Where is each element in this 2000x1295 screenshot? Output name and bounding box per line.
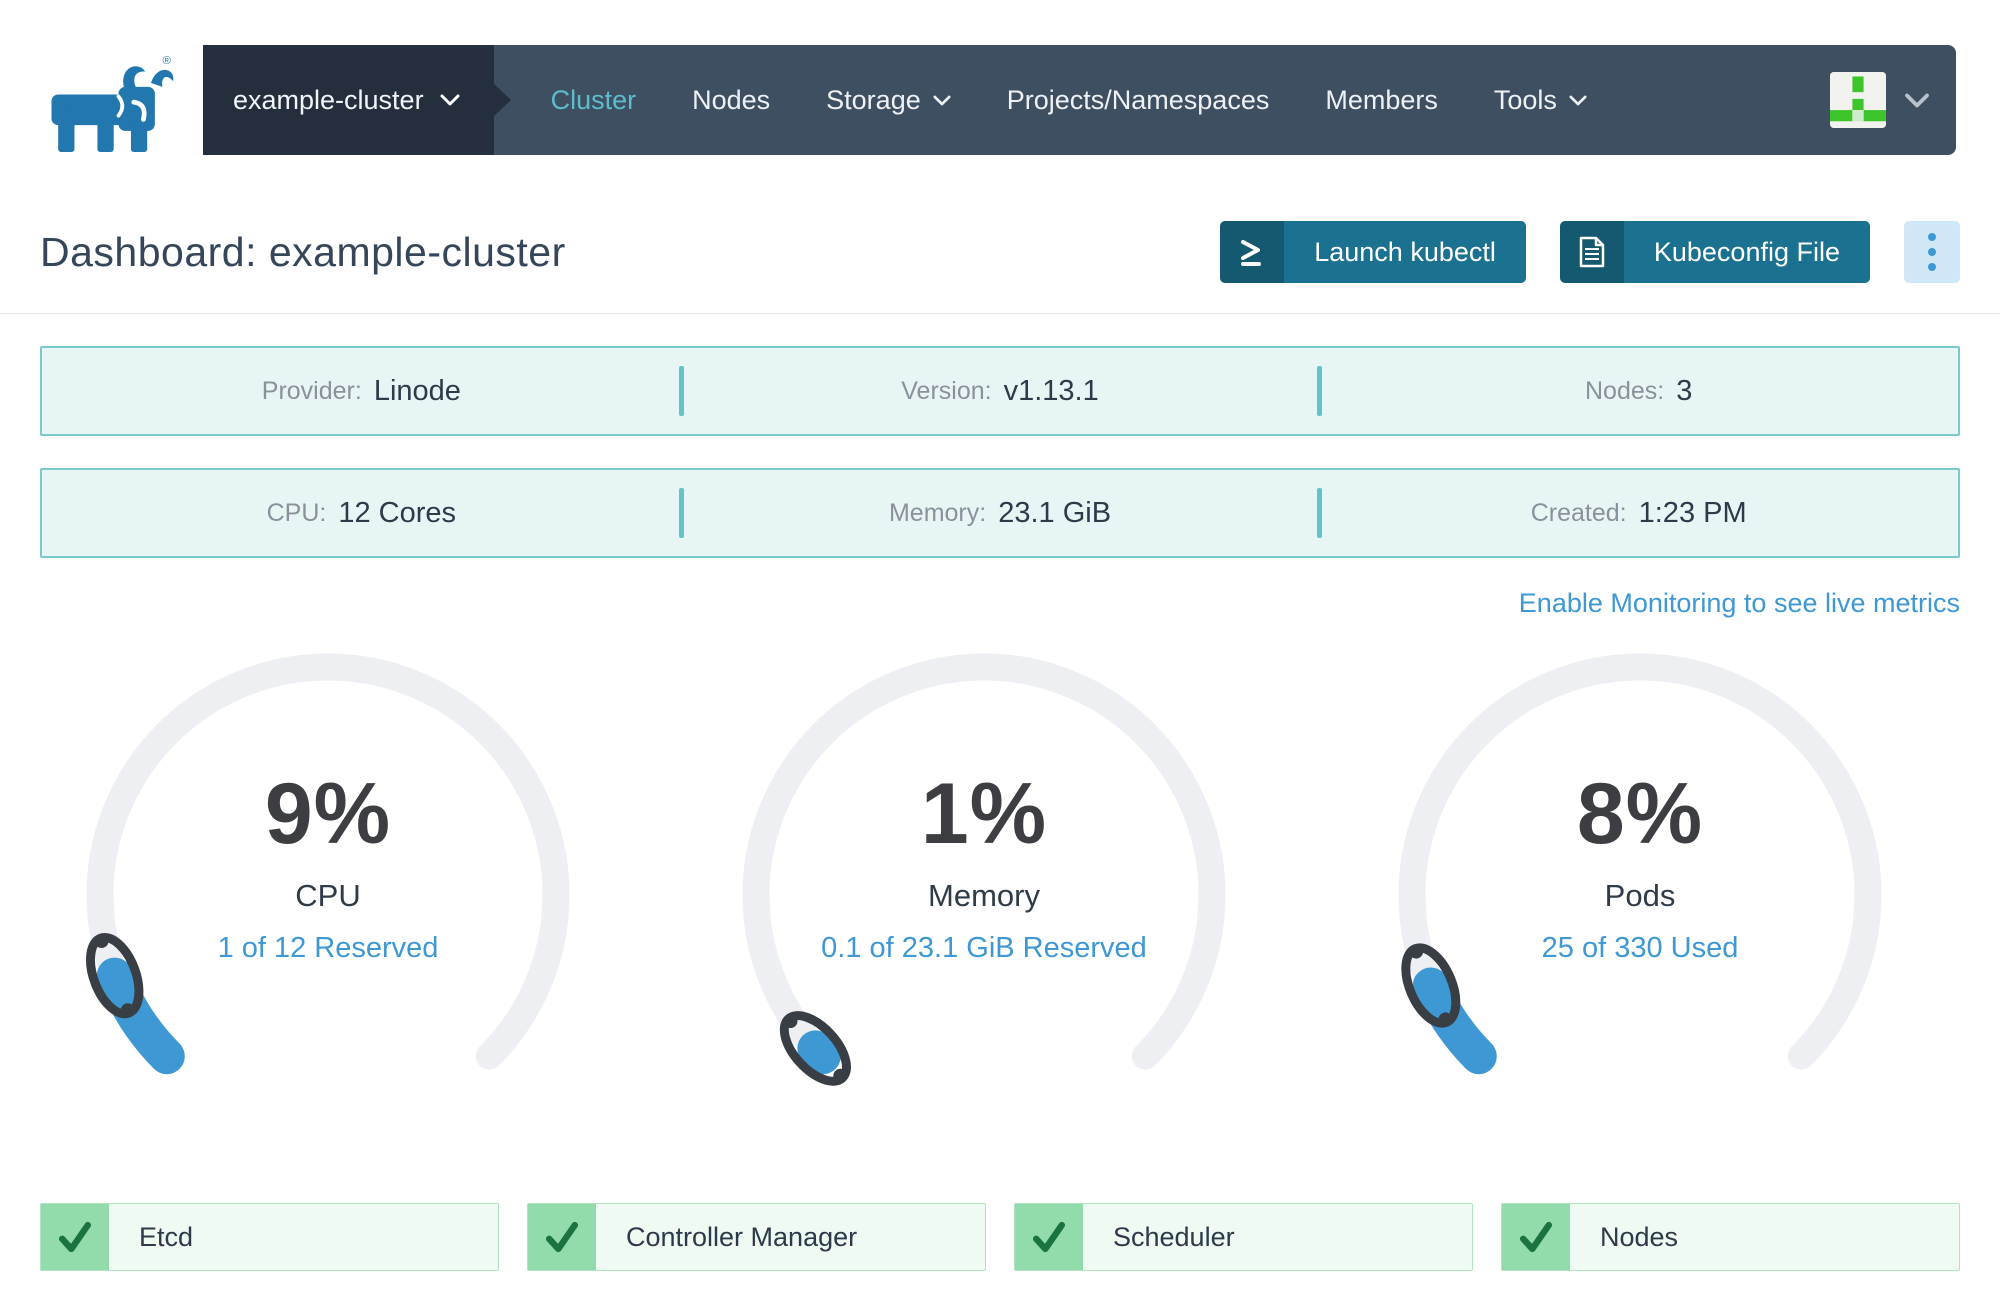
gauge-memory: 1% Memory 0.1 of 23.1 GiB Reserved	[656, 645, 1312, 1117]
status-label: Etcd	[139, 1221, 194, 1252]
terminal-prompt-icon	[1220, 221, 1285, 283]
file-document-icon	[1559, 221, 1624, 283]
launch-kubectl-label: Launch kubectl	[1284, 221, 1526, 283]
check-icon	[528, 1204, 596, 1270]
enable-monitoring-link[interactable]: Enable Monitoring to see live metrics	[1519, 588, 1960, 618]
more-actions-button[interactable]	[1904, 221, 1960, 283]
cpu-gauge-arc	[85, 653, 570, 1075]
nav-item-storage[interactable]: Storage	[826, 85, 951, 116]
chevron-down-icon	[933, 95, 951, 105]
kubeconfig-file-button[interactable]: Kubeconfig File	[1559, 221, 1870, 283]
page-title: Dashboard: example-cluster	[40, 228, 566, 275]
nav-item-members[interactable]: Members	[1325, 85, 1438, 116]
status-label: Controller Manager	[626, 1221, 858, 1252]
identicon-avatar-icon	[1830, 72, 1886, 128]
component-statuses: Etcd Controller Manager Scheduler Nodes	[40, 1203, 1960, 1271]
header-actions: Launch kubectl Kubeconfig File	[1220, 221, 1960, 283]
cluster-info-row-1: Provider: Linode Version: v1.13.1 Nodes:…	[40, 346, 1960, 436]
user-menu[interactable]	[1830, 45, 1956, 155]
cluster-selector-arrow	[493, 84, 511, 116]
dashboard-page: Dashboard: example-cluster Launch kubect…	[0, 155, 2000, 1271]
nav-item-nodes[interactable]: Nodes	[692, 85, 770, 116]
chevron-down-icon	[1905, 93, 1929, 107]
check-icon	[1502, 1204, 1570, 1270]
nav-item-tools[interactable]: Tools	[1494, 85, 1587, 116]
launch-kubectl-button[interactable]: Launch kubectl	[1220, 221, 1526, 283]
gauge-pods: 8% Pods 25 of 330 Used	[1312, 645, 1968, 1117]
status-label: Nodes	[1600, 1221, 1679, 1252]
gauges-row: 9% CPU 1 of 12 Reserved 1% Memory 0.1 of…	[0, 645, 2000, 1117]
info-created: Created: 1:23 PM	[1317, 470, 1958, 556]
pods-gauge-arc	[1398, 653, 1882, 1075]
status-nodes: Nodes	[1501, 1203, 1960, 1271]
info-cpu: CPU: 12 Cores	[266, 496, 457, 529]
info-version: Version: v1.13.1	[678, 348, 1320, 434]
check-icon	[1015, 1204, 1083, 1270]
kubeconfig-file-label: Kubeconfig File	[1623, 221, 1870, 283]
nav-items: Cluster Nodes Storage Projects/Namespace…	[511, 45, 1587, 155]
check-icon	[41, 1204, 109, 1270]
kebab-menu-icon	[1928, 233, 1936, 271]
status-label: Scheduler	[1113, 1221, 1235, 1252]
svg-text:®: ®	[163, 55, 172, 67]
status-etcd: Etcd	[40, 1203, 499, 1271]
cluster-selector-label: example-cluster	[233, 84, 424, 115]
header-divider	[0, 313, 2000, 314]
user-avatar	[1830, 72, 1886, 128]
gauge-cpu: 9% CPU 1 of 12 Reserved	[0, 645, 656, 1117]
info-provider: Provider: Linode	[261, 374, 461, 407]
chevron-down-icon	[1569, 95, 1587, 105]
cluster-info-row-2: CPU: 12 Cores Memory: 23.1 GiB Created: …	[40, 468, 1960, 558]
top-navbar: example-cluster Cluster Nodes Storage Pr…	[203, 45, 1956, 155]
memory-gauge-arc	[742, 653, 1226, 1086]
status-controller-manager: Controller Manager	[527, 1203, 986, 1271]
rancher-logo[interactable]: ®	[40, 52, 174, 165]
cluster-selector[interactable]: example-cluster	[203, 45, 494, 155]
status-scheduler: Scheduler	[1014, 1203, 1473, 1271]
info-memory: Memory: 23.1 GiB	[678, 470, 1320, 556]
nav-item-cluster[interactable]: Cluster	[551, 85, 637, 116]
nav-item-projects-namespaces[interactable]: Projects/Namespaces	[1007, 85, 1270, 116]
info-nodes: Nodes: 3	[1317, 348, 1958, 434]
chevron-down-icon	[440, 94, 460, 106]
rancher-cow-icon: ®	[51, 55, 174, 152]
